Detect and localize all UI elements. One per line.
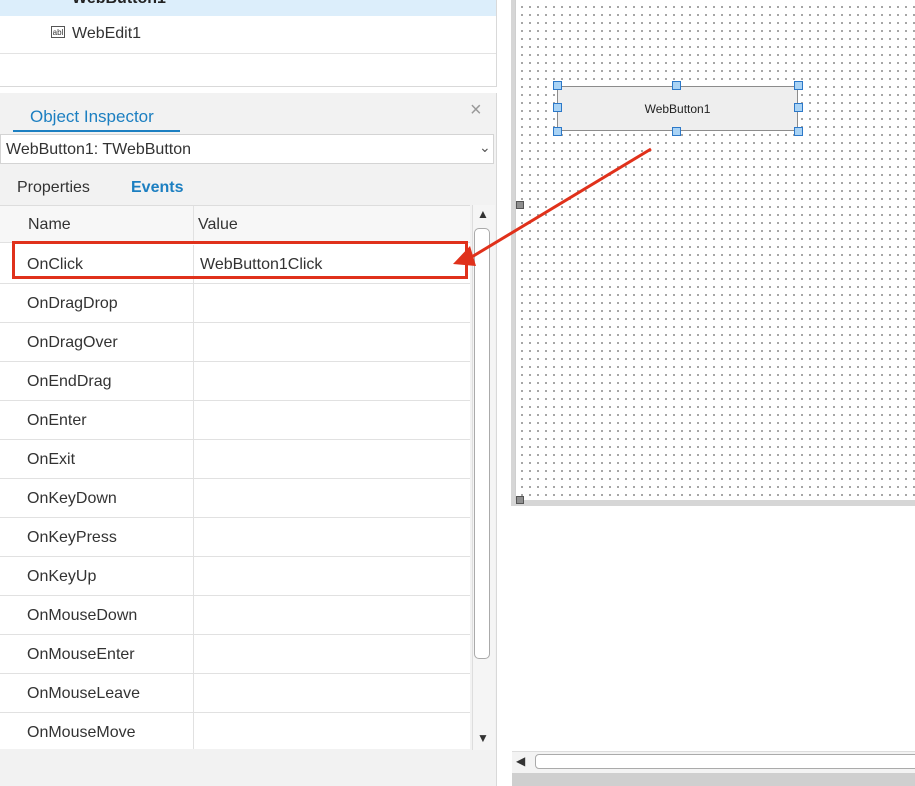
column-divider: [193, 557, 194, 595]
event-name: OnKeyDown: [27, 490, 117, 507]
scroll-up-icon[interactable]: ▲: [477, 207, 489, 221]
column-header-value[interactable]: Value: [198, 216, 238, 234]
event-name: OnKeyPress: [27, 529, 117, 546]
scroll-left-icon[interactable]: ◀: [516, 754, 525, 768]
scrollbar-thumb[interactable]: [474, 228, 490, 659]
event-row-onkeyup[interactable]: OnKeyUp: [0, 557, 470, 596]
form-resize-handle[interactable]: [516, 201, 524, 209]
structure-tree: WebButton1 abl WebEdit1: [0, 0, 497, 87]
event-row-onkeypress[interactable]: OnKeyPress: [0, 518, 470, 557]
selection-handle[interactable]: [794, 127, 803, 136]
event-row-ondragover[interactable]: OnDragOver: [0, 323, 470, 362]
selection-handle[interactable]: [553, 103, 562, 112]
events-grid: Name Value OnClick WebButton1Click OnDragD…: [0, 205, 470, 749]
column-divider[interactable]: [193, 206, 194, 242]
column-header-name[interactable]: Name: [28, 216, 71, 234]
grid-header: Name Value: [0, 206, 470, 243]
column-divider: [193, 440, 194, 478]
object-selector-value: WebButton1: TWebButton: [6, 141, 192, 158]
tree-item-webbutton-label[interactable]: WebButton1: [72, 0, 166, 8]
event-row-onmouseleave[interactable]: OnMouseLeave: [0, 674, 470, 713]
event-row-onenddrag[interactable]: OnEndDrag: [0, 362, 470, 401]
event-row-onmousemove[interactable]: OnMouseMove: [0, 713, 470, 749]
column-divider: [193, 713, 194, 749]
event-row-onkeydown[interactable]: OnKeyDown: [0, 479, 470, 518]
tree-item-webedit-label[interactable]: WebEdit1: [72, 25, 141, 43]
webbutton1-component[interactable]: WebButton1: [557, 86, 798, 131]
column-divider: [193, 323, 194, 361]
edit-icon: abl: [51, 26, 65, 38]
column-divider: [193, 518, 194, 556]
event-name: OnDragDrop: [27, 295, 118, 312]
column-divider: [193, 674, 194, 712]
divider: [0, 53, 496, 54]
form-resize-handle[interactable]: [516, 496, 524, 504]
event-name: OnMouseEnter: [27, 646, 135, 663]
chevron-down-icon[interactable]: ⌄: [479, 139, 491, 156]
event-name: OnDragOver: [27, 334, 118, 351]
column-divider: [193, 479, 194, 517]
object-inspector: Object Inspector × WebButton1: TWebButto…: [0, 93, 497, 786]
selection-handle[interactable]: [672, 81, 681, 90]
event-name: OnMouseLeave: [27, 685, 140, 702]
form-border-bottom: [515, 500, 915, 506]
event-row-onenter[interactable]: OnEnter: [0, 401, 470, 440]
selection-handle[interactable]: [553, 127, 562, 136]
column-divider: [193, 635, 194, 673]
event-row-onmousedown[interactable]: OnMouseDown: [0, 596, 470, 635]
event-row-onexit[interactable]: OnExit: [0, 440, 470, 479]
event-row-onmouseenter[interactable]: OnMouseEnter: [0, 635, 470, 674]
event-name: OnEndDrag: [27, 373, 112, 390]
tab-events[interactable]: Events: [131, 179, 183, 197]
object-selector-dropdown[interactable]: WebButton1: TWebButton ⌄: [0, 134, 494, 164]
column-divider: [193, 401, 194, 439]
column-divider: [193, 596, 194, 634]
highlight-annotation-box: [12, 241, 468, 279]
tab-object-inspector-label: Object Inspector: [30, 107, 154, 126]
selection-handle[interactable]: [794, 81, 803, 90]
scrollbar-thumb[interactable]: [535, 754, 915, 769]
column-divider: [193, 362, 194, 400]
tab-properties[interactable]: Properties: [17, 179, 90, 197]
event-name: OnMouseDown: [27, 607, 138, 624]
tab-object-inspector[interactable]: Object Inspector: [13, 99, 180, 132]
event-name: OnExit: [27, 451, 76, 468]
event-name: OnMouseMove: [27, 724, 136, 741]
close-icon[interactable]: ×: [470, 99, 482, 122]
webbutton1-caption: WebButton1: [644, 102, 711, 116]
event-name: OnEnter: [27, 412, 87, 429]
column-divider: [193, 284, 194, 322]
scroll-down-icon[interactable]: ▼: [477, 731, 489, 745]
event-row-ondragdrop[interactable]: OnDragDrop: [0, 284, 470, 323]
design-canvas[interactable]: [515, 0, 915, 500]
event-name: OnKeyUp: [27, 568, 97, 585]
selection-handle[interactable]: [672, 127, 681, 136]
designer-bottom-bar: [512, 773, 915, 786]
selection-handle[interactable]: [553, 81, 562, 90]
selection-handle[interactable]: [794, 103, 803, 112]
